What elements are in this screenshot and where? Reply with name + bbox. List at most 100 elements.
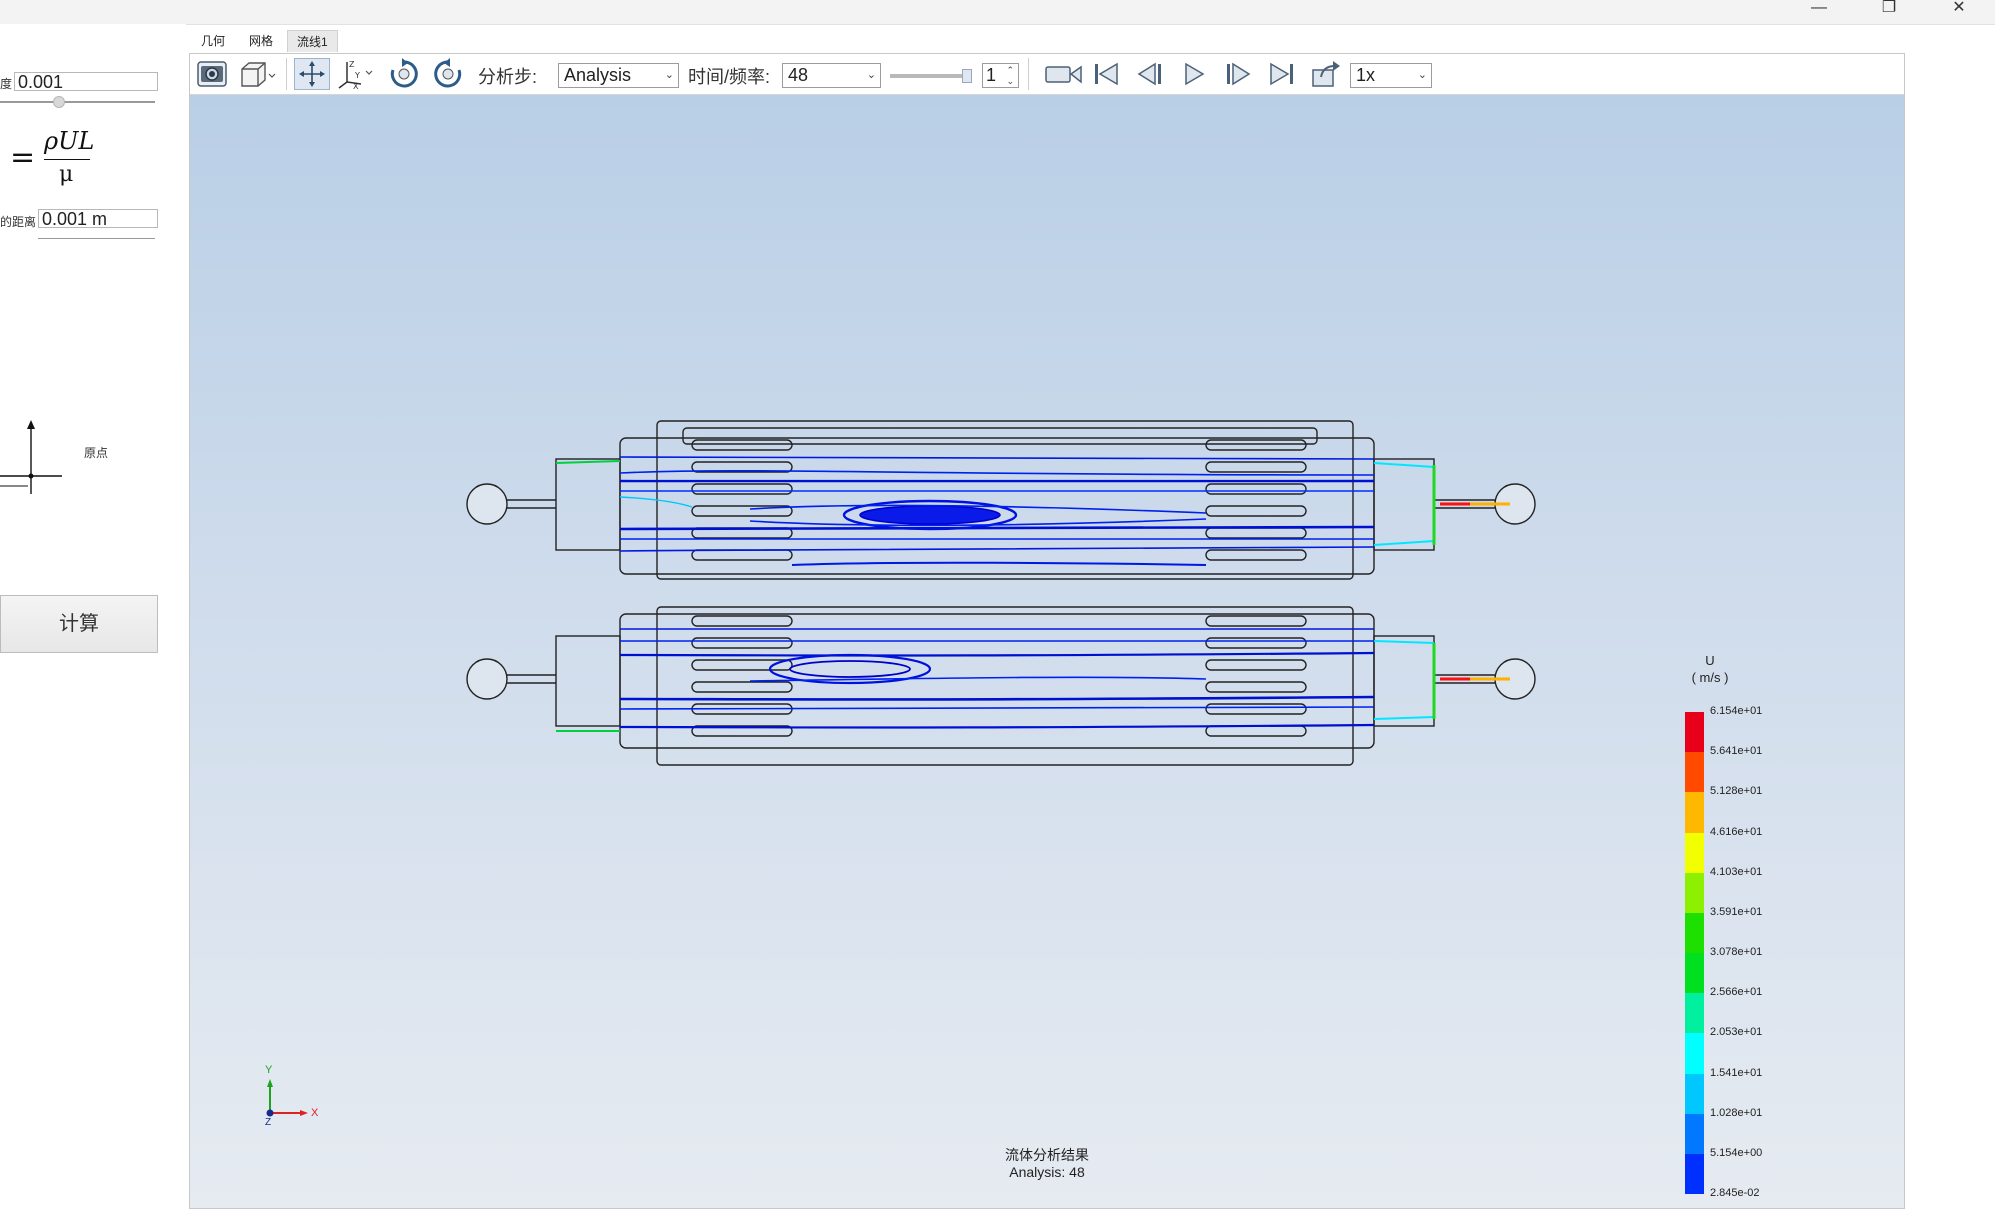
legend-tick-label: 2.845e-02 bbox=[1710, 1187, 1760, 1199]
result-window: ZYX 分析步: Analysis ⌄ 时间/频率: 48 ⌄ 1 ⌃ ⌄ 1x… bbox=[189, 53, 1905, 1209]
outer-bottom-lower bbox=[656, 606, 1354, 766]
rotate-ccw-icon[interactable] bbox=[430, 58, 466, 90]
prev-frame-icon[interactable] bbox=[1132, 58, 1168, 90]
origin-axis-icon bbox=[0, 420, 62, 494]
toolbar: ZYX 分析步: Analysis ⌄ 时间/频率: 48 ⌄ 1 ⌃ ⌄ 1x… bbox=[190, 54, 1904, 95]
legend-color-segment bbox=[1685, 1073, 1704, 1115]
manifold-right-upper bbox=[1373, 458, 1435, 551]
speed-select-value: 1x bbox=[1356, 65, 1376, 85]
legend-tick-label: 5.154e+00 bbox=[1710, 1146, 1763, 1159]
legend-color-segment bbox=[1685, 1153, 1704, 1195]
manifold-left-lower bbox=[555, 635, 621, 727]
spin-arrows-icon: ⌃ ⌄ bbox=[1006, 65, 1014, 86]
legend-tick-label: 5.641e+01 bbox=[1710, 745, 1763, 758]
analysis-step-label: 分析步: bbox=[478, 67, 538, 87]
legend-color-segment bbox=[1685, 792, 1704, 833]
streamlines bbox=[555, 455, 1510, 732]
legend-color-segment bbox=[1685, 872, 1704, 914]
density-input[interactable]: 0.001 bbox=[14, 72, 158, 91]
legend-color-segment bbox=[1685, 993, 1704, 1034]
legend-tick-label: 3.591e+01 bbox=[1710, 905, 1763, 918]
time-select[interactable]: 48 ⌄ bbox=[782, 63, 881, 88]
result-caption-title: 流体分析结果 bbox=[1005, 1147, 1089, 1163]
3d-viewport[interactable]: Y X Z 流体分析结果 Analysis: 48 U ( m/s ) 6.15… bbox=[190, 95, 1904, 1208]
legend-color-segment bbox=[1685, 712, 1704, 753]
parameter-panel: 度 0.001 = ρUL μ 的距离 0.001 m 原点 计算 bbox=[0, 24, 186, 1223]
tab-mesh[interactable]: 网格 bbox=[240, 30, 282, 52]
manifold-right-lower bbox=[1373, 635, 1435, 727]
density-label: 度 bbox=[0, 77, 13, 91]
length-label: 的距离 bbox=[0, 215, 37, 229]
tab-streamline[interactable]: 流线1 bbox=[287, 30, 338, 52]
camera-icon[interactable] bbox=[194, 58, 230, 90]
legend-color-segment bbox=[1685, 752, 1704, 793]
time-frequency-label: 时间/频率: bbox=[688, 67, 771, 87]
record-video-icon[interactable] bbox=[1044, 58, 1084, 90]
manifold-left-upper bbox=[555, 458, 621, 551]
legend-tick-label: 2.053e+01 bbox=[1710, 1026, 1763, 1039]
frame-slider-thumb[interactable] bbox=[962, 69, 972, 83]
frame-spinbox-value: 1 bbox=[986, 65, 997, 85]
svg-text:X: X bbox=[353, 82, 359, 90]
formula-equals: = bbox=[10, 140, 36, 175]
outer-top-upper bbox=[656, 420, 1354, 580]
formula-fraction-bar bbox=[44, 159, 90, 160]
legend-tick-label: 5.128e+01 bbox=[1710, 785, 1763, 798]
length-underline bbox=[38, 238, 155, 239]
first-frame-icon[interactable] bbox=[1088, 58, 1124, 90]
close-button[interactable]: ✕ bbox=[1936, 0, 1982, 24]
triad-y-label: Y bbox=[265, 1064, 273, 1076]
svg-text:Y: Y bbox=[354, 71, 360, 80]
fit-view-icon[interactable] bbox=[294, 58, 330, 90]
legend-tick-label: 4.103e+01 bbox=[1710, 865, 1763, 878]
view-cube-icon[interactable] bbox=[236, 58, 280, 90]
tab-geometry[interactable]: 几何 bbox=[192, 30, 234, 52]
export-icon[interactable] bbox=[1308, 58, 1344, 90]
length-input[interactable]: 0.001 m bbox=[38, 209, 158, 228]
legend-color-segment bbox=[1685, 1033, 1704, 1074]
legend-tick-label: 6.154e+01 bbox=[1710, 705, 1763, 717]
formula-denominator: μ bbox=[59, 162, 74, 187]
density-slider-thumb[interactable] bbox=[53, 96, 65, 108]
legend-unit: ( m/s ) bbox=[1691, 670, 1729, 685]
svg-text:Z: Z bbox=[349, 60, 355, 69]
next-frame-icon[interactable] bbox=[1220, 58, 1256, 90]
legend-tick-label: 3.078e+01 bbox=[1710, 946, 1763, 958]
analysis-select[interactable]: Analysis ⌄ bbox=[558, 63, 679, 88]
color-legend bbox=[1685, 712, 1704, 1195]
streamline-plot bbox=[266, 420, 1536, 1117]
speed-select[interactable]: 1x ⌄ bbox=[1350, 63, 1432, 88]
result-caption-subtitle: Analysis: 48 bbox=[1009, 1164, 1085, 1180]
chevron-down-icon: ⌄ bbox=[664, 69, 674, 81]
legend-color-segment bbox=[1685, 912, 1704, 954]
frame-slider-track[interactable] bbox=[890, 74, 972, 78]
frame-spinbox[interactable]: 1 ⌃ ⌄ bbox=[982, 63, 1019, 88]
minimize-button[interactable]: — bbox=[1796, 0, 1842, 24]
legend-title: U bbox=[1705, 653, 1715, 668]
title-bar: — ❐ ✕ bbox=[0, 0, 1995, 25]
origin-label: 原点 bbox=[84, 446, 109, 460]
rotate-cw-icon[interactable] bbox=[386, 58, 422, 90]
analysis-select-value: Analysis bbox=[564, 65, 632, 85]
density-slider-track[interactable] bbox=[0, 101, 155, 103]
legend-tick-label: 4.616e+01 bbox=[1710, 825, 1763, 838]
time-select-value: 48 bbox=[788, 65, 809, 85]
legend-color-segment bbox=[1685, 1113, 1704, 1155]
play-icon[interactable] bbox=[1176, 58, 1212, 90]
restore-button[interactable]: ❐ bbox=[1866, 0, 1912, 24]
inlet-port-upper bbox=[466, 483, 508, 525]
chevron-down-icon: ⌄ bbox=[866, 69, 876, 81]
orientation-triad bbox=[266, 1079, 308, 1117]
toolbar-separator bbox=[286, 58, 287, 90]
last-frame-icon[interactable] bbox=[1264, 58, 1300, 90]
triad-z-label: Z bbox=[265, 1117, 272, 1128]
calculate-button[interactable]: 计算 bbox=[0, 595, 158, 653]
legend-tick-label: 1.541e+01 bbox=[1710, 1066, 1763, 1079]
channel-top-upper bbox=[682, 427, 1318, 445]
legend-tick-label: 1.028e+01 bbox=[1710, 1106, 1763, 1119]
axis-orient-icon[interactable]: ZYX bbox=[334, 58, 378, 90]
legend-color-segment bbox=[1685, 832, 1704, 874]
toolbar-separator bbox=[1028, 58, 1029, 90]
triad-x-label: X bbox=[311, 1107, 319, 1119]
legend-color-segment bbox=[1685, 953, 1704, 994]
